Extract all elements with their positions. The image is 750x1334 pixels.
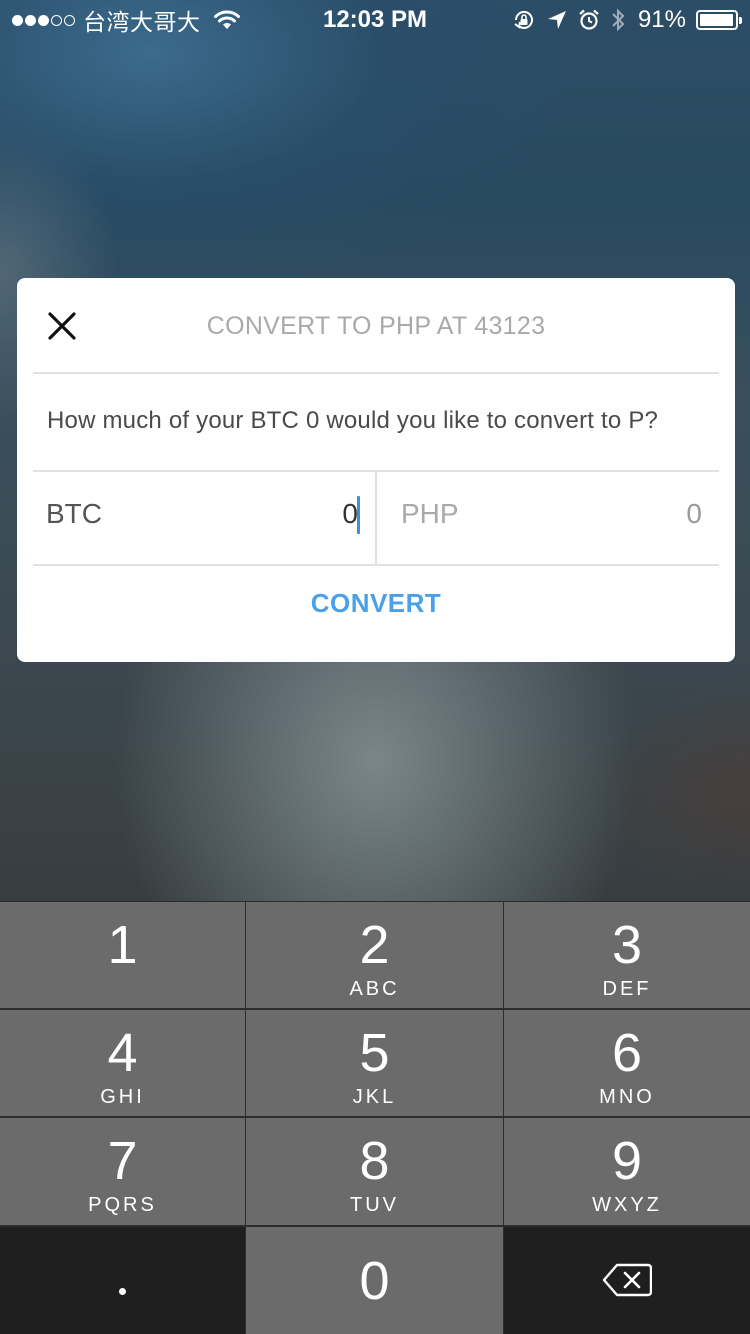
backspace-key[interactable] bbox=[504, 1227, 750, 1334]
text-cursor bbox=[357, 496, 360, 534]
php-amount-input[interactable]: 0 bbox=[542, 498, 702, 530]
key-1[interactable]: 1 bbox=[0, 902, 245, 1008]
battery-percentage: 91% bbox=[637, 6, 686, 33]
battery-fill bbox=[700, 14, 733, 26]
key-letters: WXYZ bbox=[592, 1194, 662, 1216]
key-digit: 1 bbox=[107, 915, 138, 975]
key-digit: 2 bbox=[359, 915, 390, 975]
key-digit: 7 bbox=[107, 1131, 138, 1191]
fields-divider bbox=[33, 564, 719, 566]
close-icon[interactable] bbox=[45, 309, 79, 343]
backspace-icon bbox=[602, 1263, 653, 1297]
orientation-lock-icon bbox=[514, 11, 533, 29]
decimal-point-icon bbox=[119, 1288, 126, 1295]
convert-dialog: CONVERT TO PHP AT 43123 How much of your… bbox=[17, 278, 735, 662]
php-amount-field[interactable]: PHP 0 bbox=[377, 472, 719, 564]
battery-nub bbox=[739, 17, 742, 24]
key-digit: 5 bbox=[359, 1023, 390, 1083]
location-arrow-icon bbox=[547, 11, 566, 29]
numeric-keypad: 1 2 ABC 3 DEF 4 GHI 5 JKL 6 MNO 7 PQRS 8… bbox=[0, 901, 750, 1334]
dialog-message: How much of your BTC 0 would you like to… bbox=[47, 407, 659, 434]
key-5[interactable]: 5 JKL bbox=[246, 1010, 503, 1116]
key-8[interactable]: 8 TUV bbox=[246, 1118, 503, 1225]
btc-amount-input[interactable]: 0 bbox=[198, 498, 358, 530]
key-letters: DEF bbox=[602, 978, 652, 1000]
key-letters: MNO bbox=[599, 1086, 655, 1108]
alarm-icon bbox=[579, 9, 599, 30]
key-9[interactable]: 9 WXYZ bbox=[504, 1118, 750, 1225]
php-label: PHP bbox=[401, 498, 459, 529]
key-digit: 3 bbox=[611, 915, 643, 975]
key-7[interactable]: 7 PQRS bbox=[0, 1118, 245, 1225]
btc-amount-field[interactable]: BTC 0 bbox=[33, 472, 375, 564]
key-letters: GHI bbox=[100, 1086, 145, 1108]
key-6[interactable]: 6 MNO bbox=[504, 1010, 750, 1116]
key-3[interactable]: 3 DEF bbox=[504, 902, 750, 1008]
convert-button[interactable]: CONVERT bbox=[17, 568, 735, 662]
bluetooth-icon bbox=[612, 8, 625, 32]
key-letters: PQRS bbox=[88, 1194, 157, 1216]
header-divider bbox=[33, 372, 719, 374]
status-bar: 台湾大哥大 12:03 PM 91% bbox=[0, 0, 750, 40]
btc-label: BTC bbox=[46, 498, 102, 529]
key-letters: JKL bbox=[352, 1086, 397, 1108]
key-digit: 9 bbox=[611, 1131, 643, 1191]
key-digit: 4 bbox=[107, 1023, 138, 1083]
key-digit: 6 bbox=[611, 1023, 643, 1083]
key-digit: 0 bbox=[359, 1251, 390, 1311]
background-shade bbox=[590, 680, 750, 900]
status-right: 91% bbox=[512, 6, 742, 34]
key-digit: 8 bbox=[359, 1131, 390, 1191]
battery-icon bbox=[696, 10, 742, 30]
key-letters: TUV bbox=[350, 1194, 399, 1216]
key-0[interactable]: 0 bbox=[246, 1227, 503, 1334]
dialog-title: CONVERT TO PHP AT 43123 bbox=[206, 312, 546, 340]
dialog-header: CONVERT TO PHP AT 43123 bbox=[17, 278, 735, 373]
key-decimal[interactable] bbox=[0, 1227, 245, 1334]
key-4[interactable]: 4 GHI bbox=[0, 1010, 245, 1116]
key-2[interactable]: 2 ABC bbox=[246, 902, 503, 1008]
key-letters: ABC bbox=[349, 978, 400, 1000]
